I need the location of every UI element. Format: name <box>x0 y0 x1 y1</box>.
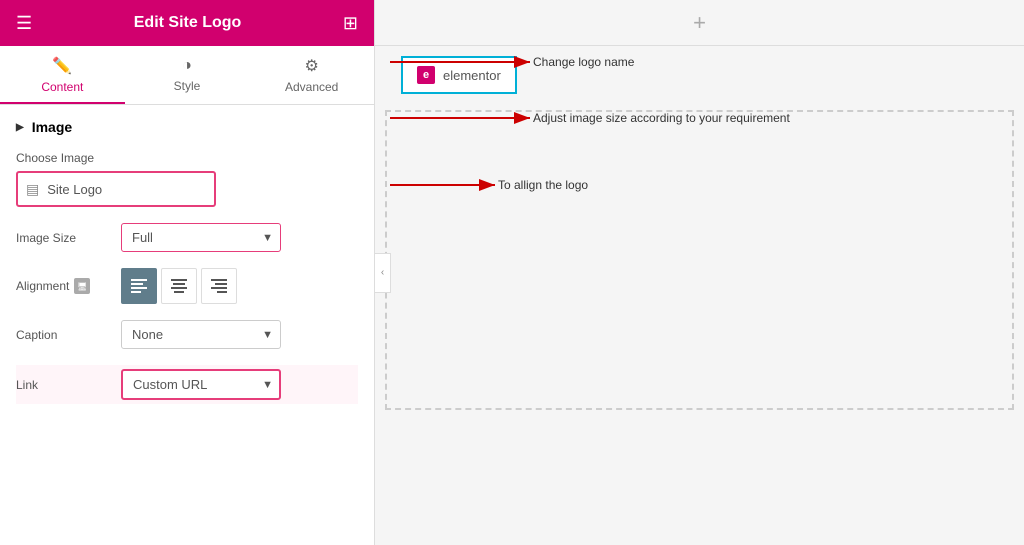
align-right-button[interactable] <box>201 268 237 304</box>
elementor-brand-icon: e <box>417 66 435 84</box>
canvas-logo-area: e elementor <box>375 46 1024 100</box>
panel-content: ▶ Image Choose Image ▤ Site Logo Image S… <box>0 105 374 545</box>
alignment-buttons <box>121 268 237 304</box>
caption-label: Caption <box>16 328 111 342</box>
content-tab-label: Content <box>41 80 83 94</box>
link-row: Link Custom URL Media File None ▼ <box>16 365 358 404</box>
advanced-tab-label: Advanced <box>285 80 338 94</box>
image-size-select-wrapper: Full Large Medium Thumbnail ▼ <box>121 223 281 252</box>
style-tab-icon: ◑ <box>182 57 192 75</box>
panel-header: ☰ Edit Site Logo ⊞ <box>0 0 374 46</box>
caption-row: Caption None Attachment Caption Custom C… <box>16 320 358 349</box>
section-arrow-icon: ▶ <box>16 122 24 133</box>
link-label: Link <box>16 378 111 392</box>
align-left-button[interactable] <box>121 268 157 304</box>
image-input[interactable]: ▤ Site Logo <box>16 171 216 207</box>
tabs-bar: ✏️ Content ◑ Style ⚙ Advanced <box>0 46 374 105</box>
link-select[interactable]: Custom URL Media File None <box>121 369 281 400</box>
image-input-value: Site Logo <box>47 182 102 197</box>
choose-image-label: Choose Image <box>16 151 111 165</box>
image-size-select[interactable]: Full Large Medium Thumbnail <box>121 223 281 252</box>
left-panel: ☰ Edit Site Logo ⊞ ✏️ Content ◑ Style ⚙ … <box>0 0 375 545</box>
panel-title: Edit Site Logo <box>134 14 242 32</box>
align-center-button[interactable] <box>161 268 197 304</box>
alignment-label-wrapper: Alignment 🖥 <box>16 278 111 294</box>
tab-content[interactable]: ✏️ Content <box>0 46 125 104</box>
responsive-icon: 🖥 <box>74 278 90 294</box>
image-size-label: Image Size <box>16 231 111 245</box>
panel-collapse-handle[interactable]: ‹ <box>375 253 391 293</box>
canvas-dashed-area <box>385 110 1014 410</box>
image-section-header: ▶ Image <box>16 119 358 135</box>
image-input-row: ▤ Site Logo <box>16 171 358 207</box>
elementor-logo-text: elementor <box>443 68 501 83</box>
caption-select[interactable]: None Attachment Caption Custom Caption <box>121 320 281 349</box>
alignment-label: Alignment <box>16 279 69 293</box>
style-tab-label: Style <box>174 79 201 93</box>
image-field-icon: ▤ <box>26 181 39 198</box>
choose-image-row: Choose Image <box>16 151 358 165</box>
right-panel: + e elementor Change logo name Adjust im… <box>375 0 1024 545</box>
caption-select-wrapper: None Attachment Caption Custom Caption ▼ <box>121 320 281 349</box>
canvas-top-bar: + <box>375 0 1024 46</box>
alignment-row: Alignment 🖥 <box>16 268 358 304</box>
link-select-wrapper: Custom URL Media File None ▼ <box>121 369 281 400</box>
section-title: Image <box>32 119 72 135</box>
advanced-tab-icon: ⚙ <box>305 56 319 76</box>
hamburger-icon[interactable]: ☰ <box>16 13 32 34</box>
image-size-row: Image Size Full Large Medium Thumbnail ▼ <box>16 223 358 252</box>
tab-style[interactable]: ◑ Style <box>125 46 250 104</box>
content-tab-icon: ✏️ <box>52 56 72 76</box>
grid-icon[interactable]: ⊞ <box>343 13 358 34</box>
tab-advanced[interactable]: ⚙ Advanced <box>249 46 374 104</box>
elementor-logo-box: e elementor <box>401 56 517 94</box>
add-section-icon[interactable]: + <box>693 10 706 36</box>
